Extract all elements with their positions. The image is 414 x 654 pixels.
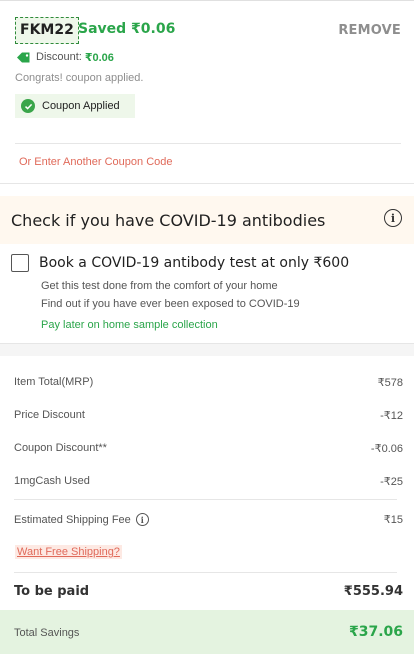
bill-row-price-discount: Price Discount -₹12 bbox=[14, 409, 403, 422]
to-be-paid-label: To be paid bbox=[14, 584, 90, 599]
enter-another-coupon-link[interactable]: Or Enter Another Coupon Code bbox=[19, 156, 172, 168]
bill-row-value: -₹0.06 bbox=[370, 443, 403, 455]
bill-row-cash-used: 1mgCash Used -₹25 bbox=[14, 475, 403, 488]
covid-title: Check if you have COVID-19 antibodies bbox=[11, 211, 326, 230]
bill-row-value: ₹578 bbox=[377, 377, 403, 389]
top-divider bbox=[0, 0, 414, 1]
coupon-congrats-text: Congrats! coupon applied. bbox=[15, 72, 144, 84]
coupon-applied-badge: Coupon Applied bbox=[15, 94, 135, 118]
coupon-discount-row: Discount: ₹0.06 bbox=[16, 50, 114, 64]
bill-row-coupon-discount: Coupon Discount** -₹0.06 bbox=[14, 442, 403, 455]
coupon-saved-text: Saved ₹0.06 bbox=[78, 21, 176, 37]
coupon-applied-label: Coupon Applied bbox=[42, 100, 120, 112]
remove-coupon-button[interactable]: REMOVE bbox=[338, 23, 401, 38]
divider bbox=[14, 572, 397, 573]
discount-label: Discount: bbox=[36, 51, 82, 63]
bill-row-label: Coupon Discount** bbox=[14, 442, 107, 454]
bill-row-shipping: Estimated Shipping Fee i ₹15 bbox=[14, 513, 403, 526]
total-savings-label: Total Savings bbox=[14, 627, 80, 639]
covid-test-checkbox[interactable] bbox=[11, 254, 29, 272]
info-icon[interactable]: i bbox=[135, 513, 149, 526]
check-circle-icon bbox=[21, 99, 35, 113]
shipping-label: Estimated Shipping Fee bbox=[14, 513, 131, 526]
coupon-section: FKM22 Saved ₹0.06 REMOVE Discount: ₹0.06… bbox=[0, 0, 414, 184]
tag-icon bbox=[16, 51, 31, 64]
coupon-code-badge: FKM22 bbox=[15, 17, 79, 44]
shipping-label-group: Estimated Shipping Fee i bbox=[14, 513, 149, 526]
divider bbox=[14, 499, 397, 500]
covid-antibody-section: Check if you have COVID-19 antibodies i … bbox=[0, 196, 414, 344]
section-spacer bbox=[0, 344, 414, 356]
covid-test-label[interactable]: Book a COVID-19 antibody test at only ₹6… bbox=[39, 255, 349, 271]
divider bbox=[15, 143, 401, 144]
to-be-paid-value: ₹555.94 bbox=[343, 584, 403, 599]
bill-row-item-total: Item Total(MRP) ₹578 bbox=[14, 376, 403, 389]
covid-header: Check if you have COVID-19 antibodies i bbox=[0, 196, 414, 244]
bill-summary: Item Total(MRP) ₹578 Price Discount -₹12… bbox=[0, 356, 414, 654]
total-savings-value: ₹37.06 bbox=[348, 624, 403, 640]
bill-row-label: 1mgCash Used bbox=[14, 475, 90, 487]
bill-row-value: -₹12 bbox=[380, 410, 403, 422]
total-savings-bar: Total Savings ₹37.06 bbox=[0, 610, 414, 654]
discount-value: ₹0.06 bbox=[84, 51, 114, 64]
info-icon[interactable]: i bbox=[384, 209, 402, 227]
covid-description-line2: Find out if you have ever been exposed t… bbox=[41, 298, 300, 310]
bill-row-label: Price Discount bbox=[14, 409, 85, 421]
shipping-value: ₹15 bbox=[383, 514, 403, 526]
free-shipping-link[interactable]: Want Free Shipping? bbox=[15, 545, 122, 559]
bill-row-value: -₹25 bbox=[380, 476, 403, 488]
covid-description-line1: Get this test done from the comfort of y… bbox=[41, 280, 278, 292]
to-be-paid-row: To be paid ₹555.94 bbox=[14, 584, 403, 599]
bill-row-label: Item Total(MRP) bbox=[14, 376, 94, 388]
pay-later-text: Pay later on home sample collection bbox=[41, 319, 218, 331]
